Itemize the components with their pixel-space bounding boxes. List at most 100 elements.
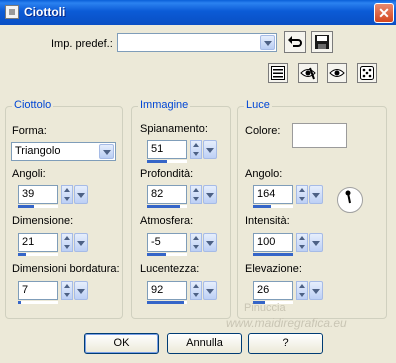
lucentezza-slider[interactable] — [147, 301, 187, 304]
lucentezza-field[interactable]: 92 — [147, 281, 187, 300]
profondita-slider-fill — [147, 205, 180, 208]
profondita-dropdown[interactable] — [203, 185, 217, 204]
spianamento-value: 51 — [151, 143, 164, 155]
preset-dropdown[interactable] — [117, 33, 277, 52]
angoli-label: Angoli: — [12, 168, 46, 180]
spianamento-slider[interactable] — [147, 160, 187, 163]
angoli-up-down[interactable] — [61, 185, 73, 204]
chevron-down-icon[interactable] — [260, 35, 275, 50]
bordatura-slider-fill — [18, 301, 21, 304]
angoli-field[interactable]: 39 — [18, 185, 58, 204]
undo-icon — [288, 36, 302, 47]
randomize-button[interactable] — [357, 63, 377, 83]
save-icon — [315, 35, 329, 49]
colore-label: Colore: — [245, 125, 281, 137]
elevazione-up-down[interactable] — [296, 281, 308, 300]
watermark-name: Pinuccia — [244, 302, 286, 314]
profondita-value: 82 — [151, 188, 164, 200]
angoli-slider[interactable] — [18, 205, 58, 208]
chevron-down-icon[interactable] — [99, 144, 114, 159]
elevazione-value: 26 — [257, 284, 270, 296]
lucentezza-value: 92 — [151, 284, 164, 296]
angolo-dropdown[interactable] — [309, 185, 323, 204]
bordatura-value: 7 — [22, 284, 29, 296]
intensita-up-down[interactable] — [296, 233, 308, 252]
profondita-slider[interactable] — [147, 205, 187, 208]
bordatura-slider[interactable] — [18, 301, 58, 304]
lucentezza-slider-fill — [147, 301, 184, 304]
group-luce-title: Luce — [244, 99, 272, 111]
angolo-slider-fill — [253, 205, 272, 208]
hide-preview-button[interactable] — [298, 63, 318, 83]
atmosfera-slider[interactable] — [147, 253, 187, 256]
intensita-field[interactable]: 100 — [253, 233, 293, 252]
reset-button[interactable] — [284, 31, 306, 53]
group-ciottolo-title: Ciottolo — [12, 99, 54, 111]
bordatura-spinner[interactable]: 7 — [18, 281, 90, 306]
dimensione-slider[interactable] — [18, 253, 58, 256]
cancel-button[interactable]: Annulla — [167, 333, 242, 354]
dialog-body: Imp. predef.: Ciottolo Forma: Triangolo … — [0, 25, 396, 363]
angolo-spinner[interactable]: 164 — [253, 185, 325, 210]
angoli-spinner[interactable]: 39 — [18, 185, 90, 210]
dimensione-label: Dimensione: — [12, 215, 74, 227]
dimensione-up-down[interactable] — [61, 233, 73, 252]
spianamento-field[interactable]: 51 — [147, 140, 187, 159]
close-button[interactable]: ✕ — [374, 3, 394, 23]
settings-list-icon — [271, 66, 285, 80]
intensita-slider[interactable] — [253, 253, 293, 256]
randomize-dice-icon — [360, 66, 374, 80]
title-bar: Ciottoli ✕ — [0, 0, 396, 25]
angolo-value: 164 — [257, 188, 276, 200]
angoli-value: 39 — [22, 188, 35, 200]
dimensione-dropdown[interactable] — [74, 233, 88, 252]
angoli-dropdown[interactable] — [74, 185, 88, 204]
lucentezza-up-down[interactable] — [190, 281, 202, 300]
angolo-up-down[interactable] — [296, 185, 308, 204]
atmosfera-up-down[interactable] — [190, 233, 202, 252]
spianamento-dropdown[interactable] — [203, 140, 217, 159]
elevazione-dropdown[interactable] — [309, 281, 323, 300]
bordatura-dropdown[interactable] — [74, 281, 88, 300]
lucentezza-spinner[interactable]: 92 — [147, 281, 219, 306]
ok-button[interactable]: OK — [84, 333, 159, 354]
dimensione-slider-fill — [18, 253, 27, 256]
intensita-spinner[interactable]: 100 — [253, 233, 325, 258]
dimensione-value: 21 — [22, 236, 35, 248]
angolo-field[interactable]: 164 — [253, 185, 293, 204]
watermark-url: www.maidiregrafica.eu — [226, 316, 347, 330]
atmosfera-dropdown[interactable] — [203, 233, 217, 252]
intensita-dropdown[interactable] — [309, 233, 323, 252]
bordatura-label: Dimensioni bordatura: — [12, 263, 120, 275]
spianamento-spinner[interactable]: 51 — [147, 140, 219, 165]
colore-swatch[interactable] — [292, 123, 347, 148]
forma-value: Triangolo — [15, 145, 61, 157]
elevazione-field[interactable]: 26 — [253, 281, 293, 300]
bordatura-field[interactable]: 7 — [18, 281, 58, 300]
lucentezza-label: Lucentezza: — [140, 263, 200, 275]
hide-show-icon — [300, 67, 316, 80]
profondita-spinner[interactable]: 82 — [147, 185, 219, 210]
dimensione-spinner[interactable]: 21 — [18, 233, 90, 258]
atmosfera-field[interactable]: -5 — [147, 233, 187, 252]
atmosfera-spinner[interactable]: -5 — [147, 233, 219, 258]
angoli-slider-fill — [18, 205, 34, 208]
profondita-field[interactable]: 82 — [147, 185, 187, 204]
dimensione-field[interactable]: 21 — [18, 233, 58, 252]
bordatura-up-down[interactable] — [61, 281, 73, 300]
atmosfera-slider-fill — [147, 253, 166, 256]
save-preset-button[interactable] — [311, 31, 333, 53]
lucentezza-dropdown[interactable] — [203, 281, 217, 300]
forma-dropdown[interactable]: Triangolo — [11, 142, 116, 161]
intensita-label: Intensità: — [245, 215, 290, 227]
help-button[interactable]: ? — [248, 333, 323, 354]
atmosfera-value: -5 — [151, 236, 161, 248]
forma-label: Forma: — [12, 125, 47, 137]
intensita-value: 100 — [257, 236, 276, 248]
settings-list-button[interactable] — [268, 63, 288, 83]
preview-button[interactable] — [327, 63, 347, 83]
angolo-slider[interactable] — [253, 205, 293, 208]
light-direction-dial[interactable] — [336, 183, 364, 217]
spianamento-up-down[interactable] — [190, 140, 202, 159]
profondita-up-down[interactable] — [190, 185, 202, 204]
